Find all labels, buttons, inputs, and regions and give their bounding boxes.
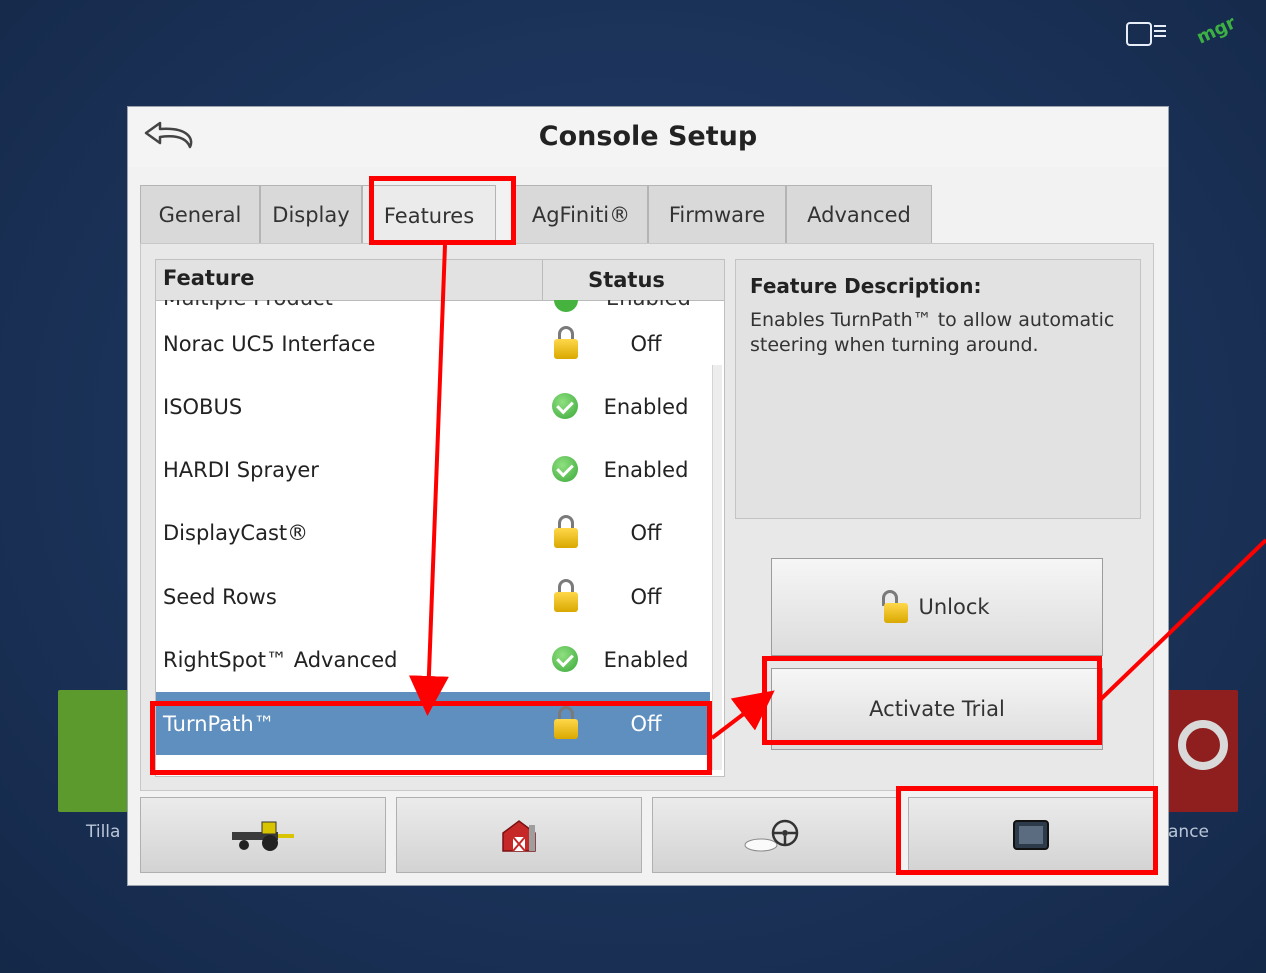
- annotation-arrows: [408, 244, 1266, 740]
